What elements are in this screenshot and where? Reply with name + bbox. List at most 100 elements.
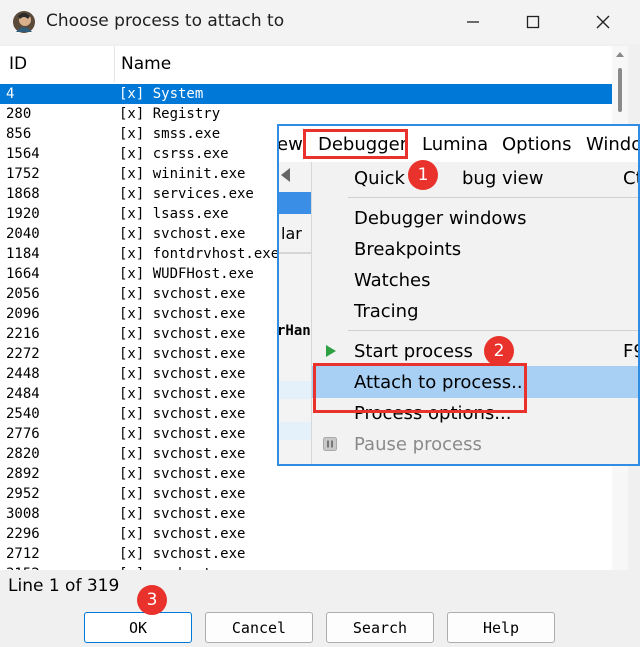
background-row-highlight — [279, 381, 311, 399]
ida-app-icon — [12, 10, 36, 34]
column-divider[interactable] — [114, 46, 115, 82]
process-id-cell: 856 — [6, 126, 32, 142]
process-name-cell: [x] svchost.exe — [119, 546, 246, 562]
close-button[interactable] — [580, 0, 626, 44]
menu-options[interactable]: Options — [502, 134, 571, 155]
process-id-cell: 1752 — [6, 166, 40, 182]
process-name-cell: [x] Registry — [119, 106, 221, 122]
process-id-cell: 2448 — [6, 366, 40, 382]
table-header: ID Name — [0, 46, 612, 83]
close-icon — [596, 15, 610, 29]
window-title: Choose process to attach to — [46, 11, 285, 31]
process-name-cell: [x] lsass.exe — [119, 206, 229, 222]
status-line-count: Line 1 of 319 — [8, 576, 120, 596]
table-row[interactable]: 4 [x] System — [0, 84, 612, 104]
process-name-cell: [x] svchost.exe — [119, 386, 246, 402]
process-id-cell: 2272 — [6, 346, 40, 362]
debugger-dropdown-menu: Quick bug view Ct Debugger windows Break… — [311, 162, 638, 464]
maximize-button[interactable] — [510, 0, 556, 44]
callout-badge-2: 2 — [484, 336, 514, 366]
process-id-cell: 2540 — [6, 406, 40, 422]
process-name-cell: [x] services.exe — [119, 186, 254, 202]
pause-icon — [323, 437, 337, 451]
search-button[interactable]: Search — [326, 612, 434, 643]
callout-badge-3: 3 — [137, 585, 167, 615]
menu-separator — [348, 197, 638, 198]
process-name-cell: [x] svchost.exe — [119, 326, 246, 342]
process-id-cell: 1664 — [6, 266, 40, 282]
process-id-cell: 2056 — [6, 286, 40, 302]
process-name-cell: [x] svchost.exe — [119, 446, 246, 462]
table-row[interactable]: 2892 [x] svchost.exe — [0, 464, 612, 484]
process-name-cell: [x] svchost.exe — [119, 306, 246, 322]
status-bar: Line 1 of 319 — [0, 570, 640, 600]
column-header-name[interactable]: Name — [121, 54, 171, 74]
scroll-thumb[interactable] — [618, 68, 622, 112]
process-id-cell: 1920 — [6, 206, 40, 222]
process-name-cell: [x] csrss.exe — [119, 146, 229, 162]
menu-item-quick-debug-view-tail[interactable]: bug view — [462, 168, 543, 189]
cancel-button[interactable]: Cancel — [205, 612, 313, 643]
process-id-cell: 1184 — [6, 246, 40, 262]
title-bar: Choose process to attach to — [0, 0, 640, 44]
process-name-cell: [x] svchost.exe — [119, 486, 246, 502]
process-name-cell: [x] svchost.exe — [119, 406, 246, 422]
menu-item-quick-debug-view[interactable]: Quick — [354, 168, 405, 189]
callout-box-debugger — [303, 129, 408, 159]
menu-view[interactable]: ew — [279, 134, 303, 155]
menu-item-debugger-windows[interactable]: Debugger windows — [354, 208, 527, 229]
table-row[interactable]: 2712 [x] svchost.exe — [0, 544, 612, 564]
process-name-cell: [x] svchost.exe — [119, 366, 246, 382]
process-id-cell: 2040 — [6, 226, 40, 242]
process-name-cell: [x] System — [119, 86, 204, 102]
process-id-cell: 1564 — [6, 146, 40, 162]
menu-separator — [348, 330, 638, 331]
process-id-cell: 2216 — [6, 326, 40, 342]
table-row[interactable]: 280 [x] Registry — [0, 104, 612, 124]
process-name-cell: [x] svchost.exe — [119, 226, 246, 242]
table-row[interactable]: 3008 [x] svchost.exe — [0, 504, 612, 524]
process-id-cell: 2296 — [6, 526, 40, 542]
table-row[interactable]: 2952 [x] svchost.exe — [0, 484, 612, 504]
background-arrow-icon — [281, 168, 290, 182]
shortcut-f9: F9 — [623, 341, 638, 362]
process-id-cell: 2484 — [6, 386, 40, 402]
process-id-cell: 1868 — [6, 186, 40, 202]
maximize-icon — [526, 15, 540, 29]
process-name-cell: [x] svchost.exe — [119, 346, 246, 362]
menu-item-watches[interactable]: Watches — [354, 270, 431, 291]
play-icon — [326, 345, 336, 357]
process-name-cell: [x] svchost.exe — [119, 526, 246, 542]
process-name-cell: [x] smss.exe — [119, 126, 221, 142]
menu-item-breakpoints[interactable]: Breakpoints — [354, 239, 461, 260]
callout-badge-1: 1 — [408, 160, 438, 190]
callout-box-attach — [313, 363, 527, 413]
background-code-fragment: rHan — [277, 323, 311, 339]
background-text-fragment: lar — [281, 224, 302, 243]
menu-lumina[interactable]: Lumina — [422, 134, 488, 155]
process-name-cell: [x] svchost.exe — [119, 466, 246, 482]
menu-item-pause-process: Pause process — [354, 434, 482, 455]
process-id-cell: 2820 — [6, 446, 40, 462]
process-id-cell: 2776 — [6, 426, 40, 442]
process-name-cell: [x] svchost.exe — [119, 286, 246, 302]
process-id-cell: 4 — [6, 86, 15, 102]
minimize-button[interactable] — [450, 0, 496, 44]
help-button[interactable]: Help — [447, 612, 555, 643]
process-id-cell: 2952 — [6, 486, 40, 502]
menu-item-tracing[interactable]: Tracing — [354, 301, 419, 322]
background-selected-bar — [279, 192, 311, 214]
table-row[interactable]: 2296 [x] svchost.exe — [0, 524, 612, 544]
minimize-icon — [467, 21, 479, 23]
ok-button[interactable]: OK — [84, 612, 192, 643]
menu-windows[interactable]: Windo — [586, 134, 638, 155]
menu-item-start-process[interactable]: Start process — [354, 341, 473, 362]
background-divider — [279, 252, 311, 254]
process-name-cell: [x] fontdrvhost.exe — [119, 246, 280, 262]
process-id-cell: 2892 — [6, 466, 40, 482]
process-name-cell: [x] wininit.exe — [119, 166, 246, 182]
process-name-cell: [x] WUDFHost.exe — [119, 266, 254, 282]
column-header-id[interactable]: ID — [9, 54, 27, 74]
debugger-menu-inset: ew Debugger Lumina Options Windo lar rHa… — [277, 124, 640, 466]
scroll-up-arrow-icon[interactable] — [616, 52, 624, 57]
